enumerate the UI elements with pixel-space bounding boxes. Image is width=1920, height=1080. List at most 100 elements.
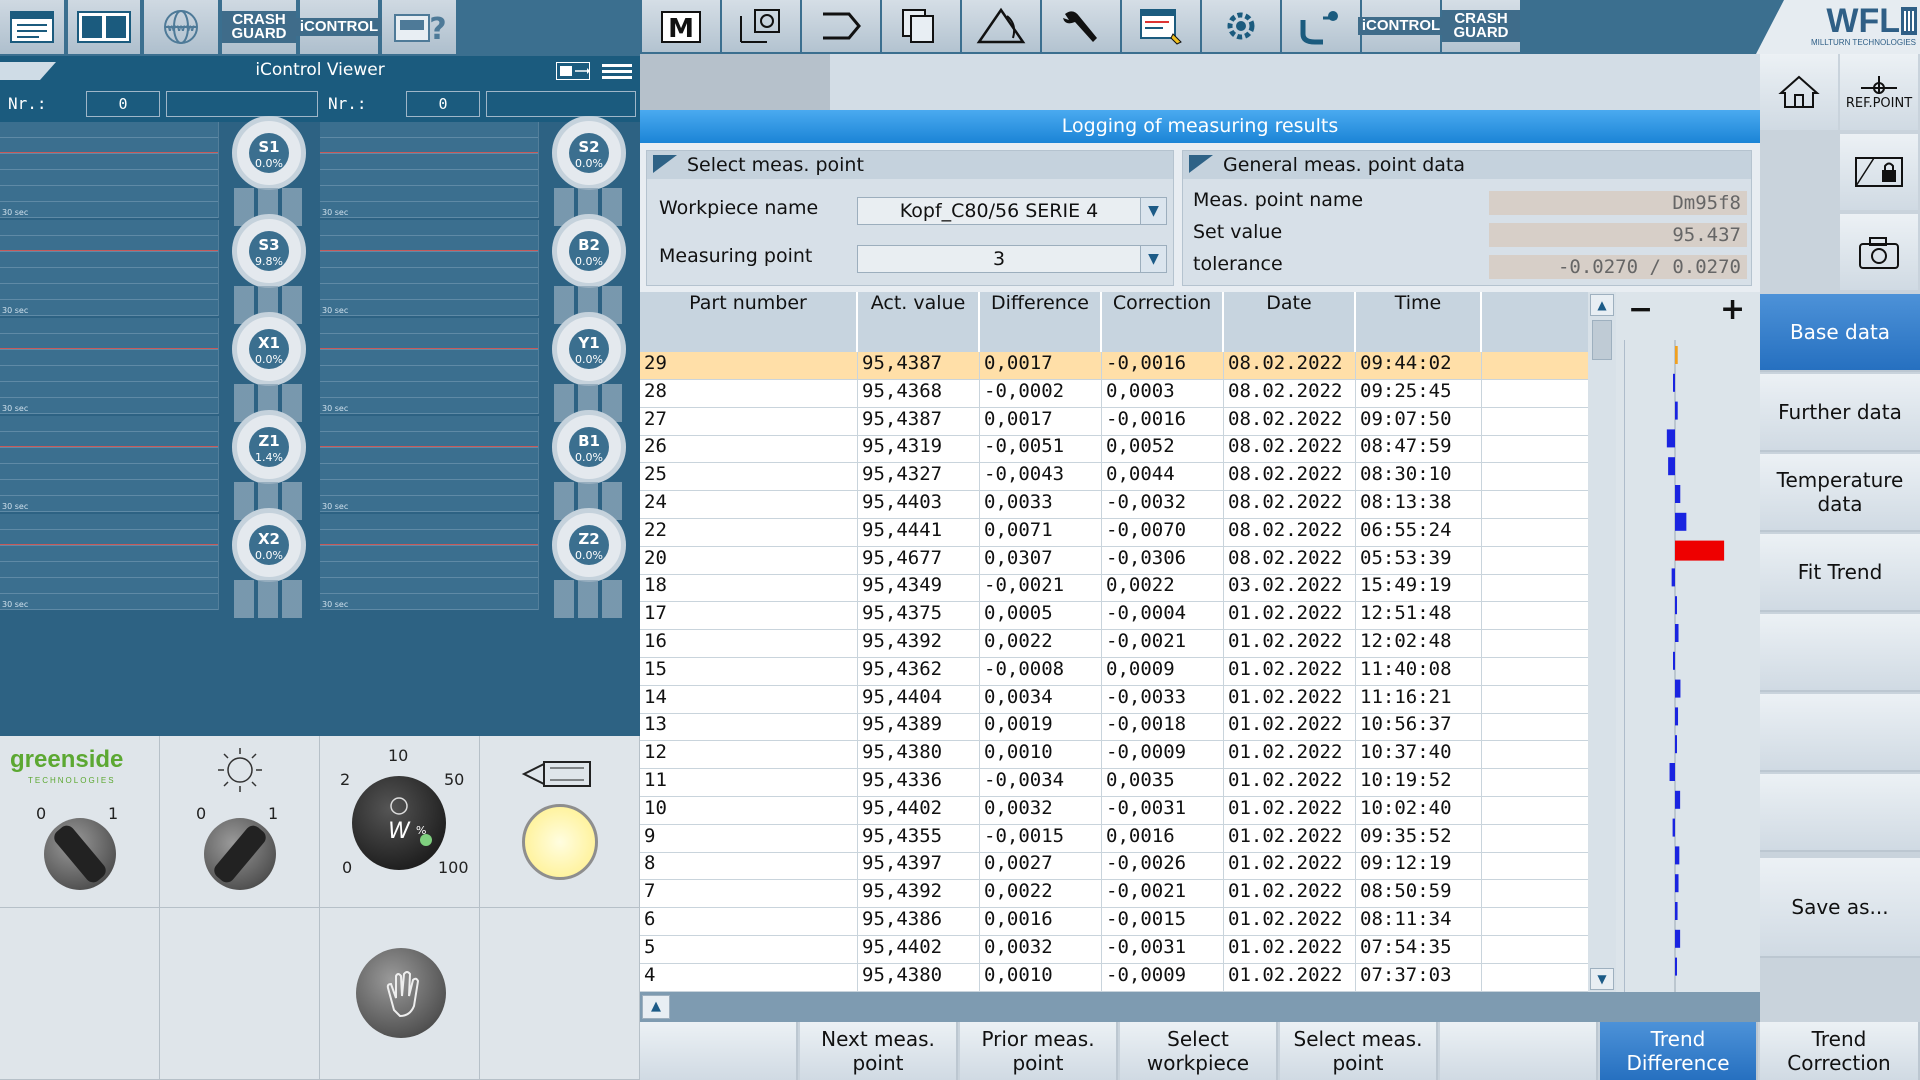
table-scrollbar[interactable]: ▲ ▼ xyxy=(1588,292,1616,992)
icontrol-top-button[interactable]: iCONTROL xyxy=(1357,0,1445,52)
table-cell: 95,4402 xyxy=(858,796,980,825)
crash-guard-top-button[interactable]: CRASH GUARD xyxy=(1442,0,1520,52)
table-row[interactable]: 16 95,4392 0,0022 -0,0021 01.02.2022 12:02:48 xyxy=(640,630,1588,658)
gauge-axis-label: B1 xyxy=(578,432,600,450)
chevron-down-icon[interactable]: ▼ xyxy=(1140,246,1166,272)
program-manager-button[interactable] xyxy=(882,0,960,52)
bottom-softkey[interactable]: Select workpiece xyxy=(1120,1022,1278,1080)
program-button[interactable] xyxy=(802,0,880,52)
measpoint-select[interactable]: 3 ▼ xyxy=(857,245,1167,273)
bottom-softkey[interactable]: Select meas. point xyxy=(1280,1022,1438,1080)
table-row[interactable]: 8 95,4397 0,0027 -0,0026 01.02.2022 09:12:19 xyxy=(640,852,1588,881)
side-softkey[interactable] xyxy=(1760,774,1920,852)
table-row[interactable]: 4 95,4380 0,0010 -0,0009 01.02.2022 07:37:03 xyxy=(640,963,1588,992)
column-header[interactable]: Correction xyxy=(1102,292,1224,352)
scope-limit-line xyxy=(320,544,538,545)
side-softkey[interactable]: Temperature data xyxy=(1760,454,1920,532)
table-row[interactable]: 18 95,4349 -0,0021 0,0022 03.02.2022 15:49:19 xyxy=(640,574,1588,603)
scroll-top-icon[interactable]: ▲ xyxy=(642,995,670,1019)
side-softkey[interactable]: Fit Trend xyxy=(1760,534,1920,612)
bottom-softkey[interactable] xyxy=(640,1022,798,1080)
trend-zoom-out[interactable]: − xyxy=(1628,292,1653,327)
scroll-up-icon[interactable]: ▲ xyxy=(1590,294,1614,316)
inactive-tab[interactable] xyxy=(640,54,830,110)
table-row[interactable]: 11 95,4336 -0,0034 0,0035 01.02.2022 10:19:52 xyxy=(640,769,1588,797)
table-row[interactable]: 10 95,4402 0,0032 -0,0031 01.02.2022 10:02:40 xyxy=(640,796,1588,825)
signal-scope: 30 sec xyxy=(320,416,539,512)
table-row[interactable]: 15 95,4362 -0,0008 0,0009 01.02.2022 11:40:08 xyxy=(640,657,1588,686)
column-header[interactable]: Time xyxy=(1356,292,1482,352)
column-header[interactable]: Date xyxy=(1224,292,1356,352)
table-row[interactable]: 9 95,4355 -0,0015 0,0016 01.02.2022 09:35:52 xyxy=(640,824,1588,853)
key-switch-1[interactable] xyxy=(44,818,116,890)
machine-mode-button[interactable]: M xyxy=(642,0,720,52)
scroll-thumb[interactable] xyxy=(1592,320,1612,360)
table-body[interactable]: 29 95,4387 0,0017 -0,0016 08.02.2022 09:44:02… xyxy=(640,352,1588,992)
spindle-lamp-button[interactable] xyxy=(522,804,598,880)
brand-subtitle: MILLTURN TECHNOLOGIES xyxy=(1810,38,1916,47)
bottom-softkey[interactable]: Trend Correction xyxy=(1760,1022,1920,1080)
table-row[interactable]: 24 95,4403 0,0033 -0,0032 08.02.2022 08:13:38 xyxy=(640,491,1588,519)
web-button[interactable]: www xyxy=(144,0,220,54)
table-cell: -0,0070 xyxy=(1102,518,1224,547)
program-edit-button[interactable] xyxy=(1122,0,1200,52)
side-softkey[interactable] xyxy=(1760,694,1920,772)
side-softkey[interactable]: Save as... xyxy=(1760,858,1920,958)
trend-bar xyxy=(1668,457,1675,476)
measuring-button[interactable] xyxy=(1282,0,1360,52)
scope-limit-line xyxy=(0,446,218,447)
column-header[interactable]: Part number xyxy=(640,292,858,352)
table-row[interactable]: 6 95,4386 0,0016 -0,0015 01.02.2022 08:11:34 xyxy=(640,908,1588,936)
table-row[interactable]: 12 95,4380 0,0010 -0,0009 01.02.2022 10:37:40 xyxy=(640,741,1588,770)
settings-button[interactable] xyxy=(1202,0,1280,52)
nr-field[interactable]: 0 xyxy=(406,91,480,117)
table-row[interactable]: 26 95,4319 -0,0051 0,0052 08.02.2022 08:47:59 xyxy=(640,435,1588,464)
window-list-button[interactable] xyxy=(0,0,66,54)
split-view-button[interactable] xyxy=(68,0,142,54)
table-row[interactable]: 7 95,4392 0,0022 -0,0021 01.02.2022 08:50:59 xyxy=(640,880,1588,909)
setup-tool-button[interactable] xyxy=(1042,0,1120,52)
table-row[interactable]: 5 95,4402 0,0032 -0,0031 01.02.2022 07:54:35 xyxy=(640,935,1588,964)
table-row[interactable]: 14 95,4404 0,0034 -0,0033 01.02.2022 11:16:21 xyxy=(640,685,1588,714)
viewer-menu-button[interactable] xyxy=(600,62,634,80)
table-row[interactable]: 17 95,4375 0,0005 -0,0004 01.02.2022 12:51:48 xyxy=(640,602,1588,631)
table-row[interactable]: 27 95,4387 0,0017 -0,0016 08.02.2022 09:07:50 xyxy=(640,407,1588,436)
refpoint-button[interactable]: REF.POINT xyxy=(1840,54,1918,130)
side-softkey[interactable]: Further data xyxy=(1760,374,1920,452)
table-row[interactable]: 28 95,4368 -0,0002 0,0003 08.02.2022 09:25:45 xyxy=(640,379,1588,408)
bottom-softkey[interactable]: Next meas. point xyxy=(800,1022,958,1080)
scroll-down-icon[interactable]: ▼ xyxy=(1590,968,1614,990)
column-header[interactable]: Act. value xyxy=(858,292,980,352)
chevron-down-icon[interactable]: ▼ xyxy=(1140,198,1166,224)
table-row[interactable]: 22 95,4441 0,0071 -0,0070 08.02.2022 06:55:24 xyxy=(640,518,1588,547)
resize-toggle-button[interactable] xyxy=(556,62,590,80)
side-softkey[interactable] xyxy=(1760,614,1920,692)
table-row[interactable]: 13 95,4389 0,0019 -0,0018 01.02.2022 10:56:37 xyxy=(640,713,1588,742)
bottom-softkey[interactable]: Prior meas. point xyxy=(960,1022,1118,1080)
side-softkey[interactable]: Base data xyxy=(1760,294,1920,372)
help-button[interactable]: ? xyxy=(382,0,458,54)
light-switch[interactable] xyxy=(204,818,276,890)
table-row[interactable]: 20 95,4677 0,0307 -0,0306 08.02.2022 05:53:39 xyxy=(640,546,1588,575)
column-header[interactable]: Difference xyxy=(980,292,1102,352)
screenshot-button[interactable] xyxy=(1840,214,1918,290)
table-row[interactable]: 29 95,4387 0,0017 -0,0016 08.02.2022 09:44:02 xyxy=(640,352,1588,380)
workpiece-select[interactable]: Kopf_C80/56 SERIE 4 ▼ xyxy=(857,197,1167,225)
workpiece-coords-button[interactable] xyxy=(722,0,800,52)
home-button[interactable] xyxy=(1760,54,1838,130)
crash-guard-button[interactable]: CRASH GUARD xyxy=(222,0,298,54)
table-cell: 95,4368 xyxy=(858,379,980,408)
icontrol-button[interactable]: iCONTROL xyxy=(295,0,383,54)
trend-zoom-in[interactable]: + xyxy=(1720,292,1745,327)
diagnosis-button[interactable] xyxy=(962,0,1040,52)
table-cell: 95,4387 xyxy=(858,407,980,436)
table-row[interactable]: 25 95,4327 -0,0043 0,0044 08.02.2022 08:30:10 xyxy=(640,463,1588,492)
bottom-softkey[interactable] xyxy=(1440,1022,1598,1080)
nr-field[interactable]: 0 xyxy=(86,91,160,117)
handwheel-button[interactable] xyxy=(356,948,446,1038)
bottom-softkey[interactable]: Trend Difference xyxy=(1600,1022,1758,1080)
feed-override-icon: W% xyxy=(388,797,432,846)
feed-override-dial[interactable]: W% xyxy=(352,776,446,870)
lock-button[interactable] xyxy=(1840,134,1918,210)
select-meas-point-panel: Select meas. point Workpiece name Kopf_C… xyxy=(646,150,1174,286)
